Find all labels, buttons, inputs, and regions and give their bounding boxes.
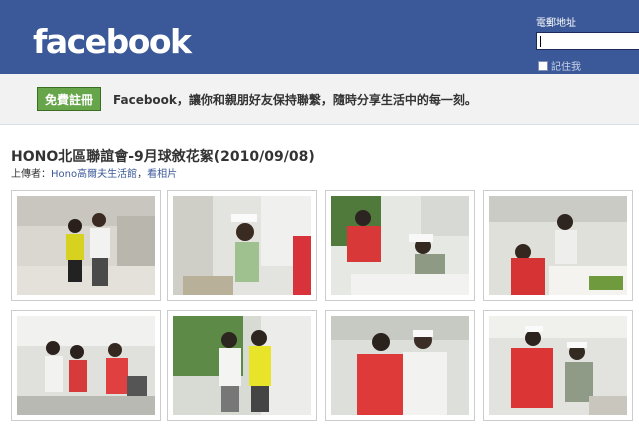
photo-image: [489, 316, 627, 415]
photo-image: [173, 316, 311, 415]
uploader-link[interactable]: Hono高爾夫生活館: [51, 169, 137, 180]
remember-me-checkbox[interactable]: [538, 60, 548, 71]
photo-thumbnail-6[interactable]: [167, 310, 317, 421]
signup-button[interactable]: 免費註冊: [37, 87, 101, 111]
photo-thumbnail-2[interactable]: [167, 190, 317, 301]
uploader-prefix: 上傳者：: [11, 169, 51, 180]
view-photos-link[interactable]: 看相片: [147, 169, 177, 180]
photo-thumbnail-5[interactable]: [11, 310, 161, 421]
tagline: Facebook，讓你和親朋好友保持聯繫，隨時分享生活中的每一刻。: [113, 93, 477, 107]
photo-thumbnail-8[interactable]: [483, 310, 633, 421]
photo-thumbnail-3[interactable]: [325, 190, 475, 301]
remember-me-label: 記住我: [551, 62, 581, 73]
photo-image: [17, 196, 155, 295]
photo-image: [17, 316, 155, 415]
photo-image: [489, 196, 627, 295]
photo-thumbnail-1[interactable]: [11, 190, 161, 301]
photo-image: [331, 196, 469, 295]
separator: ，: [137, 169, 148, 180]
email-input[interactable]: [536, 32, 639, 50]
photo-thumbnail-7[interactable]: [325, 310, 475, 421]
email-label: 電郵地址: [536, 18, 576, 29]
photo-image: [331, 316, 469, 415]
uploader-line: 上傳者：Hono高爾夫生活館，看相片: [11, 165, 177, 180]
facebook-logo[interactable]: facebook: [33, 20, 192, 64]
photo-thumbnail-4[interactable]: [483, 190, 633, 301]
text-caret: [540, 36, 541, 47]
remember-me[interactable]: 記住我: [538, 58, 581, 73]
album-title: HONO北區聯誼會-9月球敘花絮(2010/09/08): [11, 149, 315, 165]
photo-image: [173, 196, 311, 295]
